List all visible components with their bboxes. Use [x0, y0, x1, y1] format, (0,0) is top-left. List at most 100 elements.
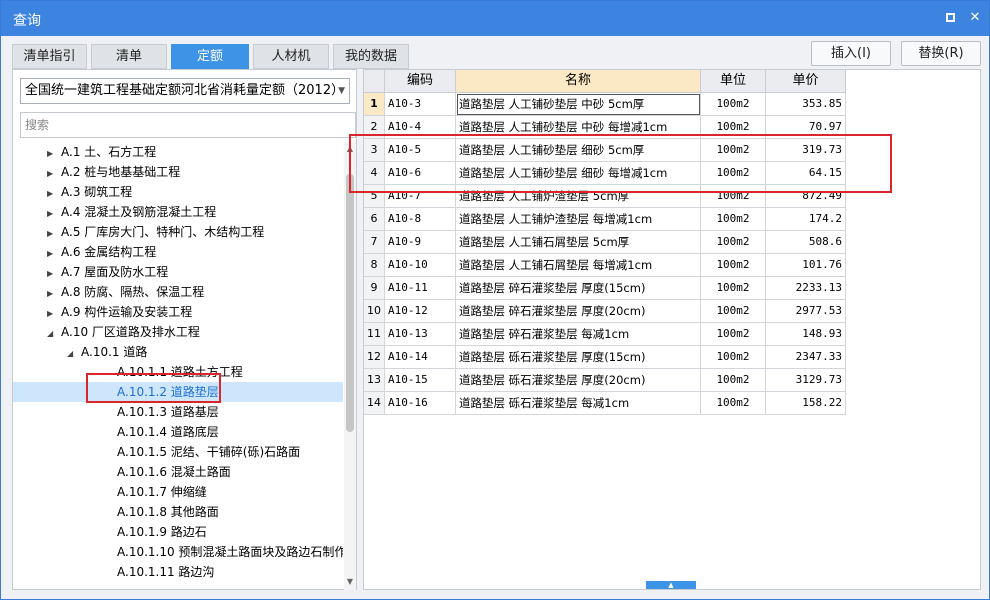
- cell-unit[interactable]: 100m2: [701, 93, 766, 116]
- tab-my-data[interactable]: 我的数据: [333, 44, 409, 69]
- col-header-price[interactable]: 单价: [766, 70, 846, 93]
- tree-item[interactable]: A.10.1.10 预制混凝土路面块及路边石制作: [103, 542, 343, 562]
- tree-item[interactable]: ▶ A.7 屋面及防水工程: [47, 262, 168, 282]
- expand-caret-icon[interactable]: ▶: [47, 184, 61, 204]
- cell-price[interactable]: 158.22: [766, 392, 846, 415]
- tab-quota[interactable]: 定额: [171, 44, 249, 69]
- tree-item[interactable]: ▶ A.6 金属结构工程: [47, 242, 156, 262]
- tree-item[interactable]: A.10.1.3 道路基层: [103, 402, 219, 422]
- tree-item[interactable]: ▶ A.5 厂库房大门、特种门、木结构工程: [47, 222, 264, 242]
- tree-item[interactable]: A.10.1.5 泥结、干铺碎(砾)石路面: [103, 442, 300, 462]
- cell-unit[interactable]: 100m2: [701, 346, 766, 369]
- cell-price[interactable]: 508.6: [766, 231, 846, 254]
- cell-price[interactable]: 174.2: [766, 208, 846, 231]
- cell-price[interactable]: 3129.73: [766, 369, 846, 392]
- cell-name[interactable]: 道路垫层 人工铺炉渣垫层 每增减1cm: [456, 208, 701, 231]
- row-number[interactable]: 13: [364, 369, 385, 392]
- cell-code[interactable]: A10-14: [385, 346, 456, 369]
- maximize-icon[interactable]: [941, 9, 959, 27]
- expand-caret-icon[interactable]: ▶: [47, 284, 61, 304]
- row-number[interactable]: 14: [364, 392, 385, 415]
- expand-caret-icon[interactable]: ▶: [47, 244, 61, 264]
- row-number[interactable]: 9: [364, 277, 385, 300]
- quota-library-select[interactable]: 全国统一建筑工程基础定额河北省消耗量定额（2012） ▼: [20, 78, 350, 104]
- tab-materials[interactable]: 人材机: [253, 44, 329, 69]
- tree-scrollbar[interactable]: ▲ ▼: [344, 142, 356, 590]
- cell-name[interactable]: 道路垫层 砾石灌浆垫层 每减1cm: [456, 392, 701, 415]
- tree-item[interactable]: ◢ A.10.1 道路: [67, 342, 147, 362]
- collapse-caret-icon[interactable]: ◢: [47, 324, 61, 344]
- cell-unit[interactable]: 100m2: [701, 323, 766, 346]
- scroll-thumb[interactable]: [346, 174, 354, 432]
- cell-name[interactable]: 道路垫层 人工铺石屑垫层 每增减1cm: [456, 254, 701, 277]
- cell-price[interactable]: 2347.33: [766, 346, 846, 369]
- expand-caret-icon[interactable]: ▶: [47, 144, 61, 164]
- cell-price[interactable]: 353.85: [766, 93, 846, 116]
- expand-caret-icon[interactable]: ▶: [47, 204, 61, 224]
- cell-code[interactable]: A10-3: [385, 93, 456, 116]
- cell-name[interactable]: 道路垫层 人工铺砂垫层 中砂 5cm厚: [456, 93, 701, 116]
- cell-unit[interactable]: 100m2: [701, 392, 766, 415]
- cell-code[interactable]: A10-12: [385, 300, 456, 323]
- cell-unit[interactable]: 100m2: [701, 231, 766, 254]
- tab-list-guide[interactable]: 清单指引: [12, 44, 87, 69]
- col-header-name[interactable]: 名称: [456, 70, 701, 93]
- cell-unit[interactable]: 100m2: [701, 254, 766, 277]
- cell-name[interactable]: 道路垫层 碎石灌浆垫层 每减1cm: [456, 323, 701, 346]
- row-number[interactable]: 7: [364, 231, 385, 254]
- cell-name[interactable]: 道路垫层 砾石灌浆垫层 厚度(20cm): [456, 369, 701, 392]
- row-number[interactable]: 12: [364, 346, 385, 369]
- cell-unit[interactable]: 100m2: [701, 369, 766, 392]
- cell-price[interactable]: 101.76: [766, 254, 846, 277]
- cell-code[interactable]: A10-13: [385, 323, 456, 346]
- tree-item[interactable]: ▶ A.1 土、石方工程: [47, 142, 156, 162]
- tree-item[interactable]: A.10.1.11 路边沟: [103, 562, 214, 582]
- cell-name[interactable]: 道路垫层 人工铺石屑垫层 5cm厚: [456, 231, 701, 254]
- tree-item[interactable]: ◢ A.10 厂区道路及排水工程: [47, 322, 200, 342]
- cell-code[interactable]: A10-8: [385, 208, 456, 231]
- tree-item[interactable]: A.10.1.4 道路底层: [103, 422, 219, 442]
- cell-price[interactable]: 2233.13: [766, 277, 846, 300]
- col-header-unit[interactable]: 单位: [701, 70, 766, 93]
- cell-unit[interactable]: 100m2: [701, 300, 766, 323]
- tree-item[interactable]: A.10.1.9 路边石: [103, 522, 207, 542]
- cell-price[interactable]: 148.93: [766, 323, 846, 346]
- chevron-down-icon[interactable]: ▼: [338, 79, 345, 103]
- cell-code[interactable]: A10-16: [385, 392, 456, 415]
- cell-code[interactable]: A10-11: [385, 277, 456, 300]
- tree-item[interactable]: A.10.1.6 混凝土路面: [103, 462, 231, 482]
- collapse-handle-icon[interactable]: ▲: [646, 581, 696, 589]
- collapse-caret-icon[interactable]: ◢: [67, 344, 81, 364]
- expand-caret-icon[interactable]: ▶: [47, 304, 61, 324]
- replace-button[interactable]: 替换(R): [901, 41, 981, 66]
- cell-price[interactable]: 2977.53: [766, 300, 846, 323]
- expand-caret-icon[interactable]: ▶: [47, 264, 61, 284]
- row-number[interactable]: 11: [364, 323, 385, 346]
- tree-item[interactable]: ▶ A.9 构件运输及安装工程: [47, 302, 192, 322]
- tree-item[interactable]: ▶ A.4 混凝土及钢筋混凝土工程: [47, 202, 216, 222]
- cell-code[interactable]: A10-9: [385, 231, 456, 254]
- close-icon[interactable]: ✕: [966, 9, 984, 27]
- col-header-code[interactable]: 编码: [385, 70, 456, 93]
- cell-unit[interactable]: 100m2: [701, 208, 766, 231]
- cell-name[interactable]: 道路垫层 碎石灌浆垫层 厚度(15cm): [456, 277, 701, 300]
- tree-item[interactable]: ▶ A.8 防腐、隔热、保温工程: [47, 282, 204, 302]
- search-input[interactable]: 搜索: [20, 112, 356, 138]
- row-number[interactable]: 1: [364, 93, 385, 116]
- tab-list[interactable]: 清单: [91, 44, 167, 69]
- cell-unit[interactable]: 100m2: [701, 277, 766, 300]
- scroll-down-icon[interactable]: ▼: [345, 577, 355, 586]
- tree-item[interactable]: ▶ A.3 砌筑工程: [47, 182, 132, 202]
- expand-caret-icon[interactable]: ▶: [47, 224, 61, 244]
- row-number[interactable]: 10: [364, 300, 385, 323]
- tree-item[interactable]: A.10.1.7 伸缩缝: [103, 482, 207, 502]
- row-number[interactable]: 6: [364, 208, 385, 231]
- cell-code[interactable]: A10-10: [385, 254, 456, 277]
- expand-caret-icon[interactable]: ▶: [47, 164, 61, 184]
- insert-button[interactable]: 插入(I): [811, 41, 891, 66]
- row-number[interactable]: 8: [364, 254, 385, 277]
- cell-name[interactable]: 道路垫层 砾石灌浆垫层 厚度(15cm): [456, 346, 701, 369]
- tree-item[interactable]: A.10.1.8 其他路面: [103, 502, 219, 522]
- cell-code[interactable]: A10-15: [385, 369, 456, 392]
- tree-item[interactable]: ▶ A.2 桩与地基基础工程: [47, 162, 180, 182]
